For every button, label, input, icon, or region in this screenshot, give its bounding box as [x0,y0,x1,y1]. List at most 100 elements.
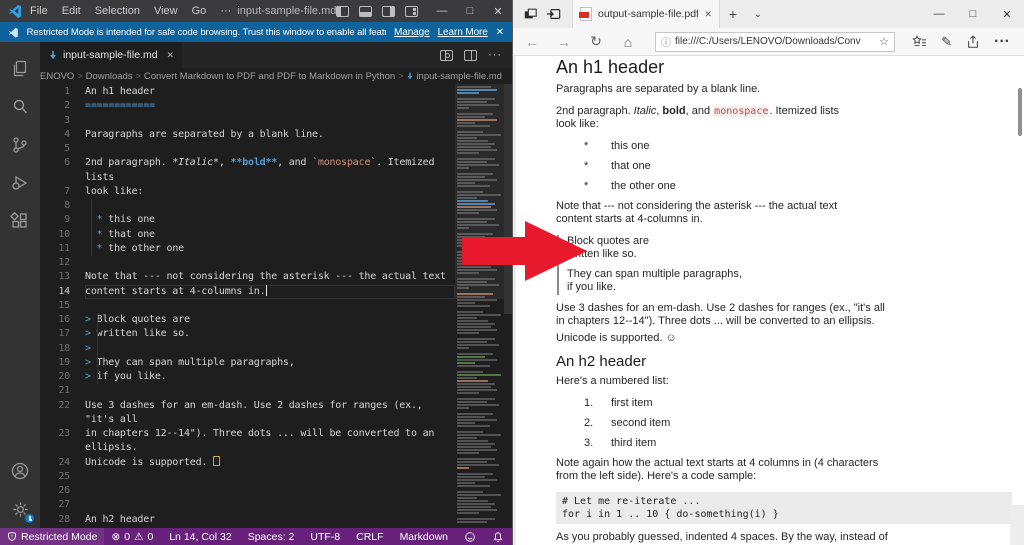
page-info-icon[interactable]: ⓘ [661,34,671,49]
notifications-bell-icon[interactable] [484,528,512,545]
editor-line[interactable]: 20> if you like. [40,370,455,384]
vscode-minimize-button[interactable]: — [428,0,456,22]
editor-line[interactable]: 25 [40,470,455,484]
edge-maximize-button[interactable]: □ [956,0,990,28]
toggle-sidebar-icon[interactable] [336,6,349,17]
address-bar[interactable]: ⓘ file:///C:/Users/LENOVO/Downloads/Conv… [655,32,895,52]
editor-line[interactable]: 11 * the other one [40,242,455,256]
editor-line[interactable]: 9 * this one [40,213,455,227]
menu-view[interactable]: View [154,5,178,17]
editor-line[interactable]: 23in chapters 12--14"). Three dots ... w… [40,427,455,441]
run-debug-icon[interactable] [0,164,40,202]
vscode-close-button[interactable]: ✕ [484,0,512,22]
editor-line[interactable]: "it's all [40,413,455,427]
pdf-scrollbar[interactable] [1018,88,1022,136]
editor-line[interactable]: 2============ [40,99,455,113]
open-preview-icon[interactable] [440,50,453,61]
eol[interactable]: CRLF [348,528,391,545]
editor-line[interactable]: 1An h1 header [40,85,455,99]
share-icon[interactable] [966,35,980,49]
editor-line[interactable]: 4Paragraphs are separated by a blank lin… [40,128,455,142]
menu-file[interactable]: File [30,5,48,17]
breadcrumb-separator: > [77,71,82,81]
edge-minimize-button[interactable]: — [922,0,956,28]
tab-dropdown-icon[interactable]: ⌄ [746,0,770,28]
menu-selection[interactable]: Selection [95,5,140,17]
editor-line[interactable]: 27 [40,498,455,512]
editor-line[interactable]: 18> [40,342,455,356]
menu-edit[interactable]: Edit [62,5,81,17]
editor-line[interactable]: 15 [40,299,455,313]
editor-line[interactable]: 3 [40,114,455,128]
explorer-icon[interactable] [0,50,40,88]
home-icon[interactable]: ⌂ [613,30,643,54]
editor-line[interactable]: 19> They can span multiple paragraphs, [40,356,455,370]
favorites-hub-icon[interactable] [912,35,927,48]
encoding[interactable]: UTF-8 [302,528,348,545]
settings-more-icon[interactable]: ··· [994,33,1010,51]
editor-line[interactable]: 5 [40,142,455,156]
edge-tab-output-sample[interactable]: output-sample-file.pdf ✕ [572,0,720,28]
menu-go[interactable]: Go [192,5,207,17]
tab-input-sample-file[interactable]: input-sample-file.md ✕ [40,42,183,68]
extensions-icon[interactable] [0,202,40,240]
editor-line[interactable]: 12 [40,256,455,270]
back-icon[interactable]: ← [517,30,547,54]
edge-close-button[interactable]: ✕ [990,0,1024,28]
minimap-viewport[interactable] [455,84,504,299]
forward-icon[interactable]: → [549,30,579,54]
editor-line[interactable]: 26 [40,484,455,498]
banner-learn-more-link[interactable]: Learn More [438,27,488,38]
tab-close-icon[interactable]: ✕ [167,50,175,61]
editor-line[interactable]: 13Note that --- not considering the aste… [40,270,455,284]
menu-[interactable]: ··· [220,5,231,17]
editor-more-actions-icon[interactable]: ··· [488,49,502,61]
breadcrumb-item[interactable]: Convert Markdown to PDF and PDF to Markd… [144,71,395,82]
banner-manage-link[interactable]: Manage [394,27,430,38]
breadcrumb-item[interactable]: ENOVO [40,71,74,82]
source-control-icon[interactable] [0,126,40,164]
customize-layout-icon[interactable] [405,6,418,17]
toggle-secondary-sidebar-icon[interactable] [382,6,395,17]
restricted-mode-status[interactable]: Restricted Mode [0,528,104,545]
refresh-icon[interactable]: ↻ [581,30,611,54]
search-icon[interactable] [0,88,40,126]
breadcrumb-item[interactable]: Downloads [86,71,133,82]
banner-close-icon[interactable]: ✕ [496,27,504,38]
editor-line[interactable]: 28An h2 header [40,513,455,527]
editor-scrollbar[interactable] [504,84,512,314]
problems-status[interactable]: ⊗ 0 ⚠ 0 [104,528,160,545]
settings-gear-icon[interactable] [0,490,40,528]
set-tabs-aside-icon[interactable] [546,7,562,21]
editor-line[interactable]: 14content starts at 4-columns in. [40,285,455,299]
editor-line[interactable]: 8 [40,199,455,213]
editor-line[interactable]: 21 [40,384,455,398]
editor-line[interactable]: 7look like: [40,185,455,199]
edge-tab-close-icon[interactable]: ✕ [704,9,712,20]
split-editor-icon[interactable] [464,50,477,61]
editor-line[interactable]: 62nd paragraph. *Italic*, **bold**, and … [40,156,455,170]
language-mode[interactable]: Markdown [392,528,456,545]
add-favorite-icon[interactable]: ☆ [879,35,889,48]
account-icon[interactable] [0,452,40,490]
toggle-panel-icon[interactable] [359,6,372,17]
code-editor[interactable]: 1An h1 header2============34Paragraphs a… [40,84,512,528]
cursor-position[interactable]: Ln 14, Col 32 [161,528,239,545]
minimap[interactable] [455,84,504,528]
indentation[interactable]: Spaces: 2 [240,528,303,545]
vscode-maximize-button[interactable]: □ [456,0,484,22]
editor-line[interactable]: ellipsis. [40,441,455,455]
feedback-icon[interactable] [456,528,484,545]
pdf-viewer[interactable]: An h1 headerParagraphs are separated by … [513,56,1024,545]
minimap-line [457,431,483,433]
editor-line[interactable]: lists [40,171,455,185]
tab-preview-icon[interactable] [523,7,538,21]
editor-line[interactable]: 22Use 3 dashes for an em-dash. Use 2 das… [40,399,455,413]
editor-line[interactable]: 17> written like so. [40,327,455,341]
editor-line[interactable]: 16> Block quotes are [40,313,455,327]
web-note-pen-icon[interactable]: ✎ [941,34,952,50]
new-tab-button[interactable]: + [720,0,746,28]
breadcrumb-file[interactable]: input-sample-file.md [406,71,502,82]
editor-line[interactable]: 24Unicode is supported. ☺ [40,456,455,470]
editor-line[interactable]: 10 * that one [40,228,455,242]
